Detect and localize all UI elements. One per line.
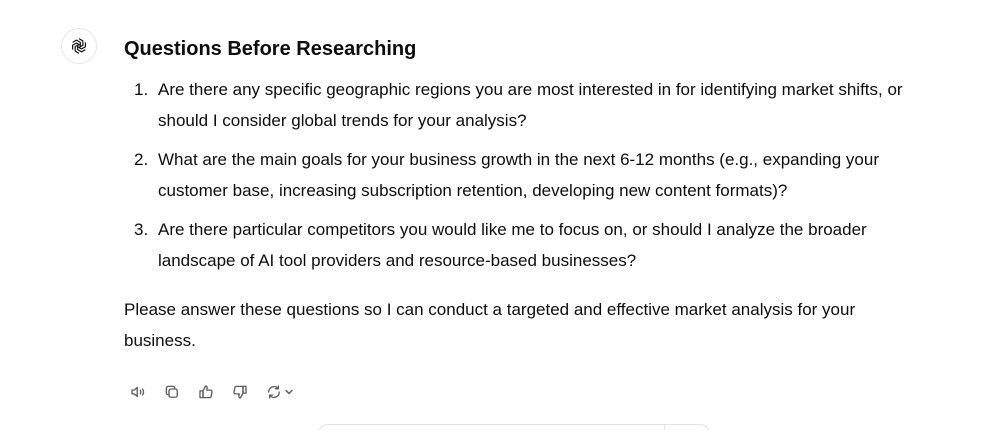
chat-page: Questions Before Researching 1. Are ther… — [0, 0, 1000, 430]
message-heading: Questions Before Researching — [124, 38, 417, 60]
list-item-number: 2. — [134, 150, 149, 169]
copy-button[interactable] — [158, 380, 186, 404]
thumbs-up-icon — [199, 385, 213, 399]
good-response-button[interactable] — [192, 380, 220, 404]
closing-paragraph: Please answer these questions so I can c… — [124, 300, 856, 350]
list-item-text: Are there any specific geographic region… — [158, 80, 903, 130]
list-item-number: 3. — [134, 220, 149, 239]
copy-icon — [165, 385, 178, 398]
refresh-icon — [267, 385, 280, 399]
chevron-down-icon — [284, 389, 293, 395]
list-item-text: What are the main goals for your busines… — [158, 150, 880, 200]
thumbs-down-icon — [233, 385, 247, 399]
assistant-message: Questions Before Researching 1. Are ther… — [124, 34, 924, 356]
list-item: 1. Are there any specific geographic reg… — [124, 74, 924, 136]
message-composer[interactable] — [318, 424, 710, 430]
list-item: 3. Are there particular competitors you … — [124, 214, 924, 276]
questions-list: 1. Are there any specific geographic reg… — [124, 74, 924, 276]
assistant-avatar — [61, 28, 97, 64]
bad-response-button[interactable] — [226, 380, 254, 404]
list-item: 2. What are the main goals for your busi… — [124, 144, 924, 206]
message-actions — [124, 380, 298, 404]
openai-logo-icon — [72, 38, 86, 54]
list-item-number: 1. — [134, 80, 149, 99]
read-aloud-button[interactable] — [124, 380, 152, 404]
speaker-icon — [131, 386, 145, 398]
list-item-text: Are there particular competitors you wou… — [158, 220, 867, 270]
regenerate-button[interactable] — [260, 380, 298, 404]
composer-divider — [664, 425, 665, 430]
